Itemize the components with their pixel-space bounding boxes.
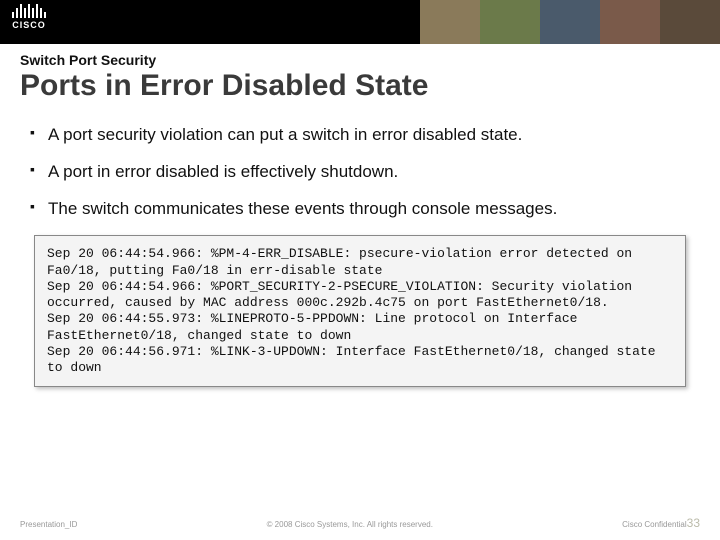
bullet-item: A port security violation can put a swit… [30, 124, 690, 145]
bullet-item: The switch communicates these events thr… [30, 198, 690, 219]
footer-left: Presentation_ID [20, 520, 77, 529]
bullet-list: A port security violation can put a swit… [30, 124, 690, 220]
logo-text: CISCO [12, 20, 46, 30]
footer: Presentation_ID © 2008 Cisco Systems, In… [0, 516, 720, 530]
cisco-logo: CISCO [12, 4, 46, 30]
slide: CISCO Switch Port Security Ports in Erro… [0, 0, 720, 540]
slide-body: A port security violation can put a swit… [0, 108, 720, 540]
title-block: Switch Port Security Ports in Error Disa… [0, 44, 720, 108]
console-output-box: Sep 20 06:44:54.966: %PM-4-ERR_DISABLE: … [34, 235, 686, 387]
section-eyebrow: Switch Port Security [20, 52, 700, 68]
footer-copyright: © 2008 Cisco Systems, Inc. All rights re… [77, 520, 622, 529]
slide-title: Ports in Error Disabled State [20, 70, 700, 102]
footer-confidential: Cisco Confidential [622, 520, 686, 529]
console-output-text: Sep 20 06:44:54.966: %PM-4-ERR_DISABLE: … [34, 235, 686, 387]
page-number: 33 [687, 516, 700, 530]
decorative-photo-strip [420, 0, 720, 44]
cisco-bridge-icon [12, 4, 46, 18]
bullet-item: A port in error disabled is effectively … [30, 161, 690, 182]
top-bar: CISCO [0, 0, 720, 44]
